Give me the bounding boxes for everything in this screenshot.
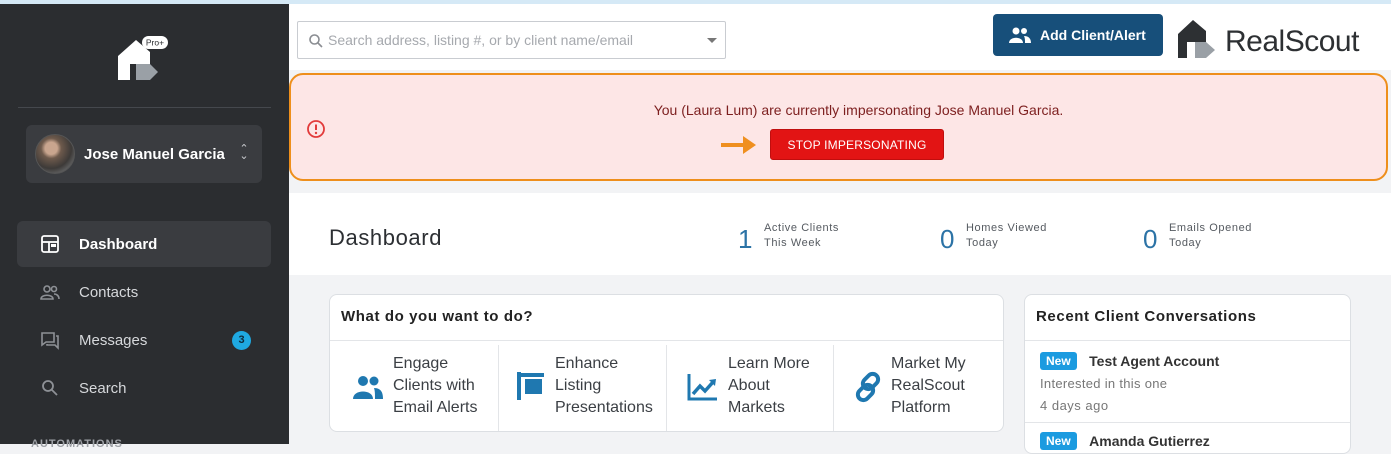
trend-chart-icon xyxy=(687,374,717,401)
action-enhance-listing[interactable]: Enhance Listing Presentations xyxy=(499,345,666,431)
divider xyxy=(1025,422,1350,423)
svg-text:Pro+: Pro+ xyxy=(146,38,164,48)
brand-name: RealScout xyxy=(1225,25,1359,58)
people-icon xyxy=(353,376,383,399)
conversation-item[interactable]: New Test Agent Account Interested in thi… xyxy=(1040,352,1340,418)
stop-impersonating-button[interactable]: STOP IMPERSONATING xyxy=(770,129,944,160)
action-label-line: Enhance xyxy=(555,355,619,372)
account-name: Jose Manuel Garcia xyxy=(84,146,225,163)
contacts-icon xyxy=(40,285,60,300)
action-label-line: Engage xyxy=(393,355,449,372)
conversation-client-name: Test Agent Account xyxy=(1089,353,1220,369)
alert-circle-icon xyxy=(307,120,325,138)
updown-chevron-icon: ⌃ ⌄ xyxy=(239,143,249,162)
stat-value: 0 xyxy=(1143,224,1158,254)
stat-label: Homes Viewed xyxy=(966,222,1047,234)
sidebar-item-contacts[interactable]: Contacts xyxy=(17,269,271,315)
top-header: Add Client/Alert RealScout xyxy=(289,4,1391,70)
new-badge: New xyxy=(1040,432,1077,450)
dashboard-header: Dashboard 1 Active Clients This Week 0 H… xyxy=(289,193,1391,275)
add-user-icon xyxy=(1009,27,1031,43)
conversation-snippet: Interested in this one xyxy=(1040,376,1168,391)
stat-sublabel: Today xyxy=(966,237,999,249)
action-label-line: RealScout xyxy=(891,377,965,394)
what-to-do-card: What do you want to do? Engage Clients w… xyxy=(329,294,1004,432)
action-label-line: Market My xyxy=(891,355,966,372)
search-box[interactable] xyxy=(297,21,726,59)
realscout-logo[interactable]: Pro+ xyxy=(116,34,170,86)
sidebar-item-messages[interactable]: Messages 3 xyxy=(17,317,271,363)
arrow-right-icon xyxy=(721,136,756,154)
messages-icon xyxy=(41,332,59,350)
stat-value: 0 xyxy=(940,224,955,254)
impersonation-banner: You (Laura Lum) are currently impersonat… xyxy=(289,73,1388,181)
sidebar-item-label: Contacts xyxy=(79,284,139,301)
action-label-line: Platform xyxy=(891,399,951,416)
link-icon xyxy=(855,371,881,403)
action-label-line: About xyxy=(728,377,770,394)
action-label-line: Listing xyxy=(555,377,602,394)
sidebar-item-label: Dashboard xyxy=(79,236,158,253)
search-icon xyxy=(309,34,323,48)
stat-label: Emails Opened xyxy=(1169,222,1253,234)
action-label-line: Email Alerts xyxy=(393,399,478,416)
sign-icon xyxy=(517,372,544,400)
conversation-time: 4 days ago xyxy=(1040,398,1109,413)
new-badge: New xyxy=(1040,352,1077,370)
sidebar-divider xyxy=(18,107,271,108)
account-switcher[interactable]: Jose Manuel Garcia ⌃ ⌄ xyxy=(26,125,262,183)
impersonation-message: You (Laura Lum) are currently impersonat… xyxy=(653,102,1064,118)
dropdown-caret-icon[interactable] xyxy=(707,38,717,43)
sidebar-item-search[interactable]: Search xyxy=(17,365,271,411)
action-label-line: Presentations xyxy=(555,399,653,416)
realscout-mark-icon: Pro+ xyxy=(118,36,168,80)
action-market-platform[interactable]: Market My RealScout Platform xyxy=(834,345,1004,431)
action-label-line: Markets xyxy=(728,399,785,416)
search-input[interactable] xyxy=(328,30,698,50)
stat-sublabel: Today xyxy=(1169,237,1202,249)
card-title: What do you want to do? xyxy=(341,308,534,325)
sidebar: Pro+ Jose Manuel Garcia ⌃ ⌄ Dashboard Con… xyxy=(0,4,289,450)
conversation-item[interactable]: New Amanda Gutierrez xyxy=(1040,432,1340,452)
divider xyxy=(1025,340,1350,341)
divider xyxy=(330,340,1003,341)
action-label-line: Clients with xyxy=(393,377,475,394)
page-title: Dashboard xyxy=(329,225,443,250)
sidebar-item-dashboard[interactable]: Dashboard xyxy=(17,221,271,267)
action-learn-markets[interactable]: Learn More About Markets xyxy=(667,345,833,431)
sidebar-item-label: Search xyxy=(79,380,127,397)
dashboard-icon xyxy=(41,235,59,253)
action-label-line: Learn More xyxy=(728,355,810,372)
automations-section-heading: AUTOMATIONS xyxy=(31,438,123,450)
brand-logo[interactable]: RealScout xyxy=(1175,16,1375,62)
stat-sublabel: This Week xyxy=(764,237,822,249)
unread-count-badge: 3 xyxy=(232,331,251,350)
search-icon xyxy=(42,380,58,396)
avatar xyxy=(35,134,75,174)
sidebar-item-label: Messages xyxy=(79,332,148,349)
add-client-alert-button[interactable]: Add Client/Alert xyxy=(993,14,1163,56)
conversation-client-name: Amanda Gutierrez xyxy=(1089,433,1210,449)
recent-conversations-card: Recent Client Conversations New Test Age… xyxy=(1024,294,1351,454)
action-engage-clients[interactable]: Engage Clients with Email Alerts xyxy=(330,345,498,431)
add-client-alert-label: Add Client/Alert xyxy=(1040,27,1146,43)
stat-value: 1 xyxy=(738,224,753,254)
card-title: Recent Client Conversations xyxy=(1036,308,1257,325)
stat-label: Active Clients xyxy=(764,222,840,234)
realscout-mark-icon xyxy=(1178,20,1215,58)
